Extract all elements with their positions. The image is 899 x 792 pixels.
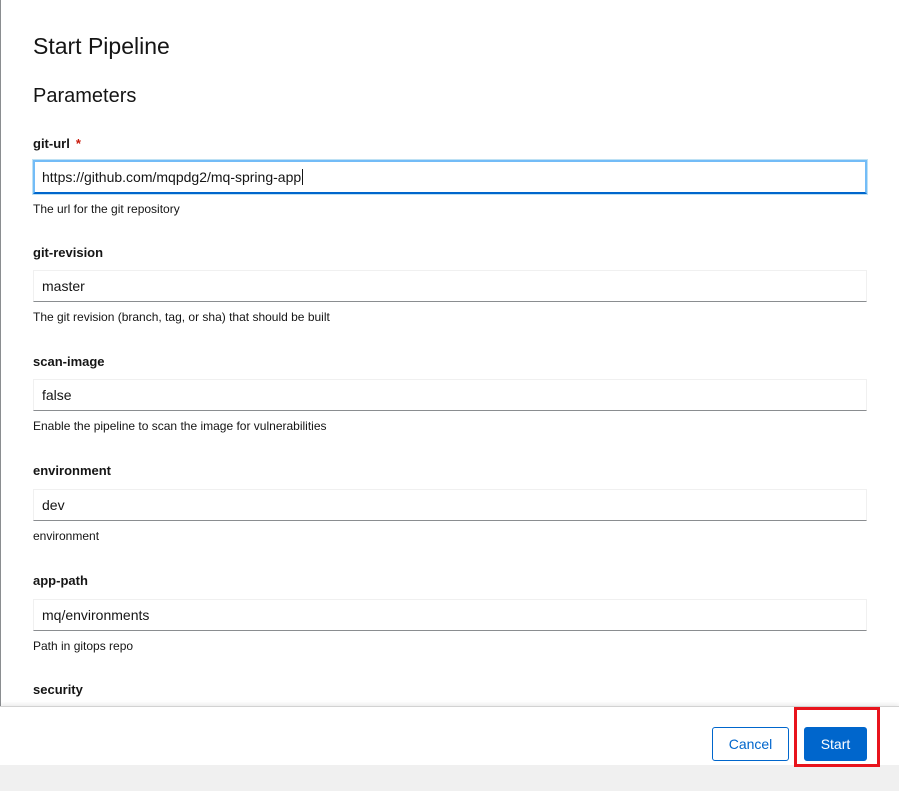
scan-image-label: scan-image <box>33 354 105 369</box>
security-label: security <box>33 682 83 697</box>
parameters-form[interactable]: git-url * https://github.com/mqpdg2/mq-sp… <box>0 120 899 706</box>
footer-bottom-strip <box>0 765 899 791</box>
cancel-button[interactable]: Cancel <box>712 727 789 761</box>
environment-helper: environment <box>33 529 100 543</box>
scan-image-helper: Enable the pipeline to scan the image fo… <box>33 419 327 433</box>
required-indicator: * <box>75 136 81 151</box>
start-pipeline-modal: Start Pipeline Parameters git-url * https… <box>0 0 899 792</box>
app-path-helper: Path in gitops repo <box>33 639 134 653</box>
git-url-helper: The url for the git repository <box>33 202 180 216</box>
git-url-value: https://github.com/mqpdg2/mq-spring-app <box>42 169 302 185</box>
scan-image-input[interactable] <box>33 379 867 411</box>
field-environment: environment environment <box>33 462 867 543</box>
field-git-revision: git-revision The git revision (branch, t… <box>33 244 867 324</box>
environment-label: environment <box>33 463 112 478</box>
field-security: security <box>33 681 867 699</box>
field-scan-image: scan-image Enable the pipeline to scan t… <box>33 353 867 433</box>
start-button[interactable]: Start <box>804 727 867 761</box>
field-git-url: git-url * https://github.com/mqpdg2/mq-sp… <box>33 135 867 216</box>
git-url-label: git-url * <box>33 135 867 153</box>
git-revision-input[interactable] <box>33 270 867 302</box>
environment-input[interactable] <box>33 489 867 521</box>
modal-header: Start Pipeline <box>33 30 170 62</box>
app-path-label: app-path <box>33 573 88 588</box>
parameters-heading: Parameters <box>33 85 137 107</box>
modal-title: Start Pipeline <box>33 33 170 59</box>
git-revision-helper: The git revision (branch, tag, or sha) t… <box>33 310 330 324</box>
git-url-label-text: git-url <box>33 136 70 151</box>
field-app-path: app-path Path in gitops repo <box>33 572 867 653</box>
git-revision-label: git-revision <box>33 245 104 260</box>
app-path-input[interactable] <box>33 599 867 631</box>
text-cursor <box>302 169 304 185</box>
git-url-input[interactable]: https://github.com/mqpdg2/mq-spring-app <box>33 160 867 194</box>
